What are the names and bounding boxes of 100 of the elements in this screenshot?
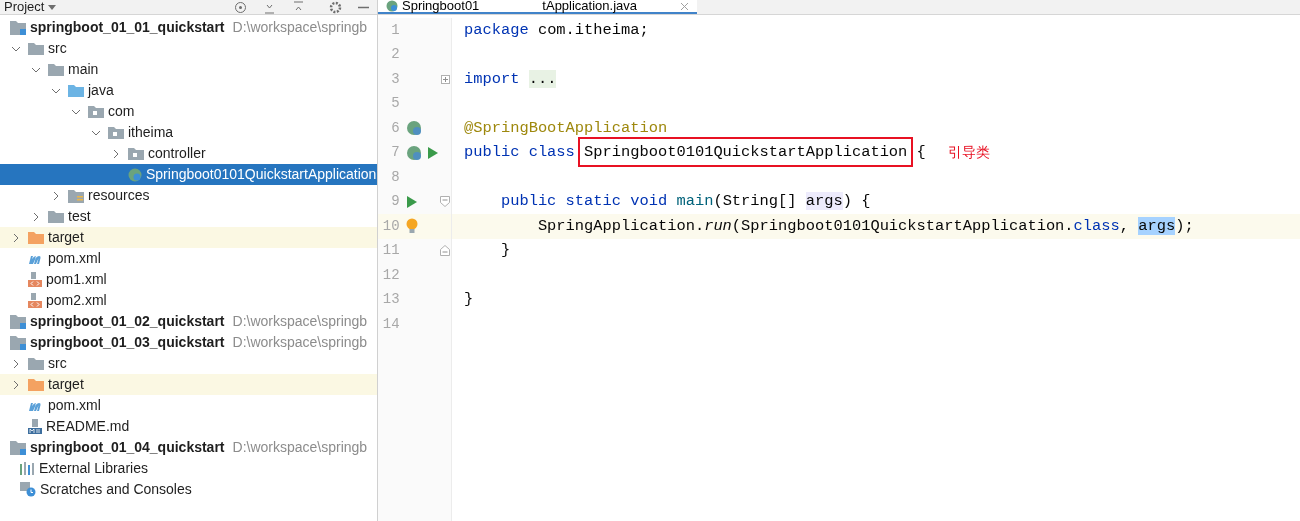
tree-item[interactable]: resources bbox=[0, 185, 377, 206]
tree-item[interactable]: pom2.xml bbox=[0, 290, 377, 311]
close-icon[interactable] bbox=[680, 1, 689, 11]
line-number: 5 bbox=[390, 94, 400, 114]
tree-item[interactable]: External Libraries bbox=[0, 458, 377, 479]
chevron-right-icon[interactable] bbox=[111, 148, 121, 159]
tree-item-label: resources bbox=[88, 186, 150, 205]
line-number: 14 bbox=[381, 314, 400, 334]
spring-class-icon bbox=[128, 167, 142, 182]
tree-item-label: target bbox=[48, 228, 84, 247]
package-icon bbox=[108, 126, 124, 139]
tree-item-label: pom.xml bbox=[48, 396, 101, 415]
tree-item-label: test bbox=[68, 207, 91, 226]
spring-bean-icon[interactable] bbox=[405, 144, 423, 161]
code-line: } bbox=[464, 289, 474, 311]
tree-item[interactable]: test bbox=[0, 206, 377, 227]
tree-item[interactable]: pom.xml bbox=[0, 395, 377, 416]
tree-item[interactable]: springboot_01_04_quickstart D:\workspace\springb bbox=[0, 437, 377, 458]
tree-item-label: pom1.xml bbox=[46, 270, 107, 289]
lightbulb-icon[interactable] bbox=[405, 218, 418, 235]
tree-item[interactable]: src bbox=[0, 38, 377, 59]
tree-item-label: Scratches and Consoles bbox=[40, 480, 192, 499]
tree-item[interactable]: java bbox=[0, 80, 377, 101]
tree-item[interactable]: target bbox=[0, 374, 377, 395]
tree-item[interactable]: springboot_01_01_quickstart D:\workspace\springb bbox=[0, 17, 377, 38]
tab-label: Springboot01 bbox=[402, 0, 480, 13]
folder-icon bbox=[28, 42, 44, 55]
line-number: 7 bbox=[390, 143, 400, 163]
tree-item[interactable]: README.md bbox=[0, 416, 377, 437]
spring-bean-icon[interactable] bbox=[405, 120, 423, 137]
tree-item-label: com bbox=[108, 102, 135, 121]
line-number: 10 bbox=[381, 216, 400, 236]
line-number: 12 bbox=[381, 265, 400, 285]
tree-item-label: springboot_01_01_quickstart bbox=[30, 18, 225, 37]
line-number: 9 bbox=[390, 192, 400, 212]
libraries-icon bbox=[20, 462, 35, 475]
tree-item[interactable]: com bbox=[0, 101, 377, 122]
tree-item[interactable]: springboot_01_02_quickstart D:\workspace\springb bbox=[0, 311, 377, 332]
path-hint: D:\workspace\springb bbox=[232, 312, 368, 331]
chevron-right-icon[interactable] bbox=[51, 190, 61, 201]
code-line: } bbox=[499, 240, 511, 262]
editor-tab[interactable]: Springboot01 tApplication.java bbox=[378, 0, 697, 14]
tree-item-label: controller bbox=[148, 144, 206, 163]
path-hint: D:\workspace\springb bbox=[232, 333, 368, 352]
tree-item[interactable]: springboot_01_03_quickstart D:\workspace\springb bbox=[0, 332, 377, 353]
project-view-dropdown[interactable]: Project bbox=[0, 0, 57, 14]
tree-item[interactable]: pom1.xml bbox=[0, 269, 377, 290]
caret-icon bbox=[48, 4, 57, 10]
code-line: SpringApplication.run(Springboot0101QuickstartApplication.class, args); bbox=[536, 215, 1194, 237]
spring-class-icon bbox=[386, 0, 398, 12]
tree-item-label: main bbox=[68, 60, 99, 79]
line-number: 2 bbox=[390, 45, 400, 65]
folder-icon bbox=[28, 357, 44, 370]
tree-item-label: Springboot0101QuickstartApplication bbox=[146, 165, 377, 184]
tree-item-label: src bbox=[48, 354, 67, 373]
markdown-file-icon bbox=[28, 419, 42, 434]
xml-file-icon bbox=[28, 272, 42, 287]
fold-expand-icon[interactable] bbox=[440, 74, 450, 84]
tree-item-label: springboot_01_03_quickstart bbox=[30, 333, 225, 352]
run-icon[interactable] bbox=[426, 146, 438, 159]
code-line: package com.itheima; bbox=[464, 19, 649, 41]
scratches-icon bbox=[20, 482, 36, 497]
chevron-right-icon[interactable] bbox=[11, 358, 21, 369]
module-icon bbox=[10, 314, 26, 329]
line-number: 8 bbox=[390, 167, 400, 187]
tree-item-label: java bbox=[88, 81, 114, 100]
path-hint: D:\workspace\springb bbox=[232, 438, 368, 457]
line-number: 1 bbox=[390, 20, 400, 40]
run-icon[interactable] bbox=[405, 195, 417, 208]
tree-item[interactable]: itheima bbox=[0, 122, 377, 143]
tree-item-label: springboot_01_02_quickstart bbox=[30, 312, 225, 331]
tree-item-label: src bbox=[48, 39, 67, 58]
callout-note: 引导类 bbox=[947, 143, 990, 163]
tree-item-label: README.md bbox=[46, 417, 130, 436]
locate-icon[interactable] bbox=[234, 0, 247, 14]
tree-item[interactable]: controller bbox=[0, 143, 377, 164]
line-number: 11 bbox=[381, 241, 400, 261]
chevron-right-icon[interactable] bbox=[11, 232, 21, 243]
tree-item[interactable]: Scratches and Consoles bbox=[0, 479, 377, 500]
folder-icon bbox=[28, 231, 44, 244]
folder-icon bbox=[68, 84, 84, 97]
resources-folder-icon bbox=[68, 188, 84, 203]
module-icon bbox=[10, 440, 26, 455]
chevron-right-icon[interactable] bbox=[11, 379, 21, 390]
tree-item-label: target bbox=[48, 375, 84, 394]
code-line: import ... bbox=[464, 68, 557, 90]
module-icon bbox=[10, 335, 26, 350]
line-number: 13 bbox=[381, 290, 400, 310]
code-line: @SpringBootApplication bbox=[464, 117, 668, 139]
path-hint: D:\workspace\springb bbox=[232, 18, 368, 37]
settings-icon[interactable] bbox=[329, 0, 342, 14]
tree-item[interactable]: Springboot0101QuickstartApplication bbox=[0, 164, 377, 185]
tree-item[interactable]: src bbox=[0, 353, 377, 374]
tree-item[interactable]: pom.xml bbox=[0, 248, 377, 269]
tree-item[interactable]: target bbox=[0, 227, 377, 248]
chevron-right-icon[interactable] bbox=[31, 211, 41, 222]
package-icon bbox=[128, 147, 144, 160]
tree-item[interactable]: main bbox=[0, 59, 377, 80]
tree-item-label: springboot_01_04_quickstart bbox=[30, 438, 225, 457]
code-line: public static void main(String[] args) { bbox=[499, 191, 871, 213]
